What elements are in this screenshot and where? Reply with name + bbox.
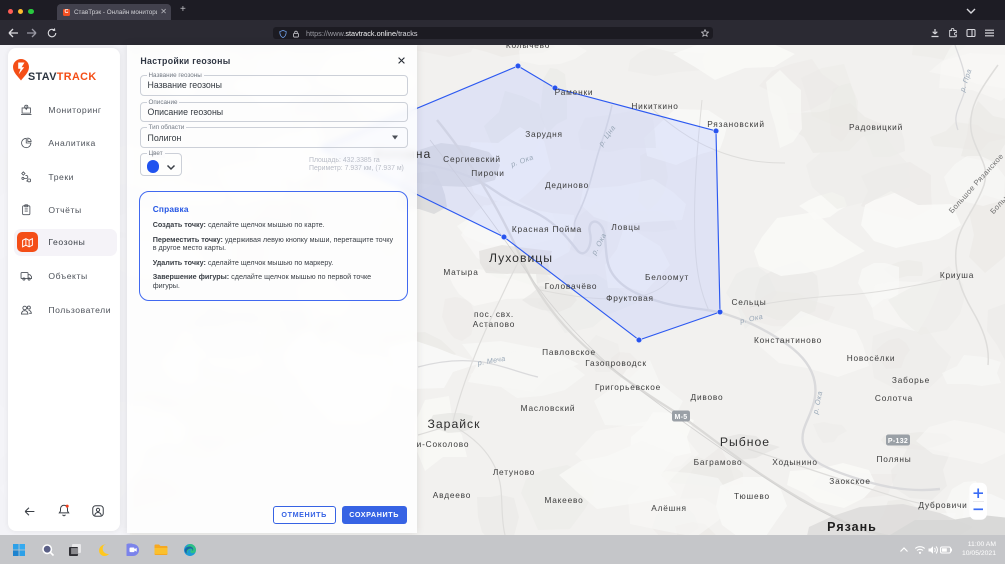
svg-text:Константиново: Константиново: [754, 335, 822, 345]
svg-text:Раменки: Раменки: [555, 87, 594, 97]
svg-text:Газопроводск: Газопроводск: [585, 358, 647, 368]
svg-text:Баграмово: Баграмово: [694, 457, 743, 467]
svg-text:Рязановский: Рязановский: [707, 119, 765, 129]
svg-text:Р-132: Р-132: [888, 438, 908, 445]
svg-text:Масловский: Масловский: [521, 403, 576, 413]
svg-text:Заокское: Заокское: [829, 476, 870, 486]
svg-text:Заборье: Заборье: [892, 375, 930, 385]
svg-text:Радовицкий: Радовицкий: [849, 122, 903, 132]
svg-text:Авдеево: Авдеево: [433, 490, 471, 500]
svg-text:Зарайск: Зарайск: [428, 417, 481, 431]
svg-text:Головачёво: Головачёво: [545, 281, 598, 291]
svg-text:Дединово: Дединово: [545, 180, 589, 190]
svg-text:Сергиевский: Сергиевский: [443, 154, 501, 164]
svg-text:Алёшня: Алёшня: [651, 503, 687, 513]
svg-text:Рязань: Рязань: [827, 520, 877, 534]
svg-text:Новосёлки: Новосёлки: [847, 353, 896, 363]
svg-text:Солотча: Солотча: [875, 393, 913, 403]
svg-text:Павловское: Павловское: [542, 347, 596, 357]
svg-text:Дивово: Дивово: [691, 392, 724, 402]
svg-text:Никиткино: Никиткино: [631, 101, 678, 111]
svg-text:Колычёво: Колычёво: [506, 45, 550, 50]
svg-text:Красная Пойма: Красная Пойма: [512, 224, 582, 234]
svg-text:Сельцы: Сельцы: [731, 297, 766, 307]
svg-text:Луховицы: Луховицы: [489, 251, 553, 265]
svg-text:Дубровичи: Дубровичи: [918, 500, 967, 510]
svg-text:Ходынино: Ходынино: [772, 457, 818, 467]
svg-text:Летуново: Летуново: [493, 467, 535, 477]
svg-text:Пирочи: Пирочи: [471, 168, 504, 178]
svg-text:Рыбное: Рыбное: [720, 435, 770, 449]
svg-text:Поляны: Поляны: [876, 454, 911, 464]
svg-text:Зарудня: Зарудня: [525, 129, 563, 139]
svg-text:М-5: М-5: [675, 414, 688, 421]
svg-text:Ловцы: Ловцы: [611, 222, 640, 232]
svg-text:Белоомут: Белоомут: [645, 272, 689, 282]
svg-text:и-Соколово: и-Соколово: [417, 439, 470, 449]
svg-text:Криуша: Криуша: [940, 270, 974, 280]
svg-text:Фруктовая: Фруктовая: [606, 293, 654, 303]
svg-text:Астапово: Астапово: [473, 319, 515, 329]
svg-text:Тюшево: Тюшево: [734, 491, 770, 501]
svg-text:пос. свх.: пос. свх.: [474, 309, 514, 319]
svg-text:Матыра: Матыра: [443, 267, 478, 277]
svg-text:Григорьевское: Григорьевское: [595, 382, 661, 392]
svg-text:Макеево: Макеево: [544, 495, 583, 505]
